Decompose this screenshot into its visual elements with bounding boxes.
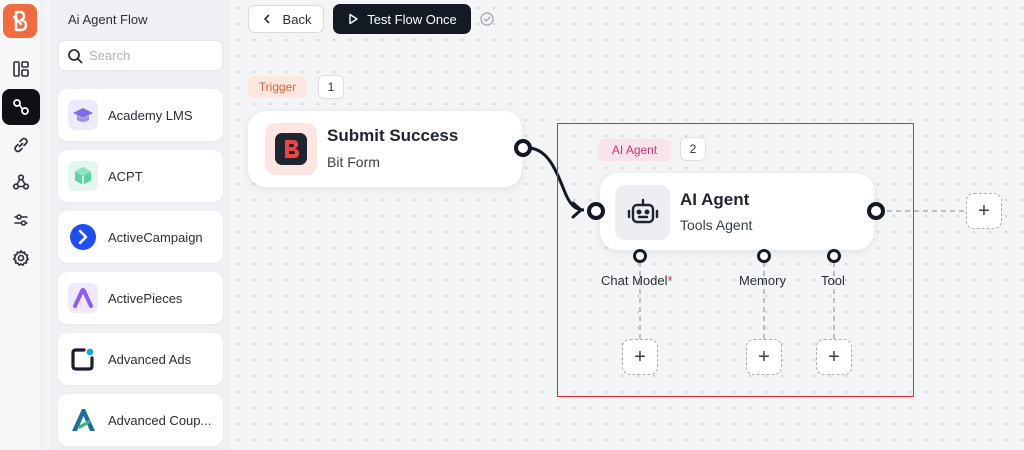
trigger-step-number: 1 [318,75,344,99]
add-next-step-button[interactable]: + [966,193,1002,229]
robot-icon [615,185,670,240]
tool-port[interactable] [827,249,841,263]
tool-label: Tool [821,273,845,288]
bit-form-logo-icon [265,123,317,175]
trigger-output-port[interactable] [514,139,532,157]
agent-output-port[interactable] [867,202,885,220]
chat-model-label: Chat Model* [601,273,673,288]
add-memory-button[interactable]: + [746,339,782,375]
trigger-to-agent-wire [529,146,585,212]
add-chat-model-button[interactable]: + [622,339,658,375]
agent-step-number: 2 [680,137,706,161]
trigger-node[interactable]: Submit Success Bit Form [248,111,522,187]
trigger-subtitle: Bit Form [327,154,380,170]
ai-agent-node[interactable]: AI Agent Tools Agent [600,173,874,250]
chat-model-port[interactable] [633,249,647,263]
agent-title: AI Agent [680,190,750,209]
trigger-badge: Trigger [248,76,307,98]
agent-subtitle: Tools Agent [680,217,753,233]
memory-port[interactable] [757,249,771,263]
add-tool-button[interactable]: + [816,339,852,375]
required-mark: * [667,273,673,288]
memory-label: Memory [739,273,786,288]
agent-badge: AI Agent [598,139,671,161]
agent-input-port[interactable] [587,202,605,220]
trigger-title: Submit Success [327,126,459,145]
